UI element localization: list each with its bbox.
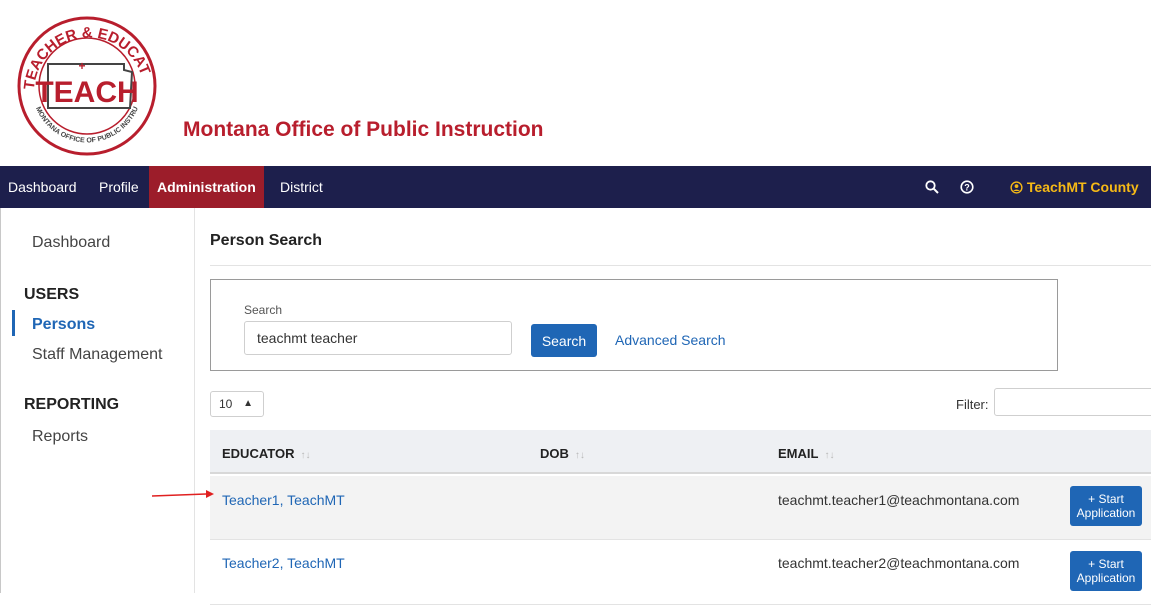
top-nav: Dashboard Profile Administration Distric… <box>0 166 1151 208</box>
svg-text:+: + <box>78 59 85 73</box>
search-label: Search <box>244 303 283 317</box>
start-application-button[interactable]: + Start Application <box>1070 551 1142 591</box>
updown-caret-icon: ▲ <box>243 398 253 409</box>
email-cell: teachmt.teacher2@teachmontana.com <box>778 555 1020 571</box>
nav-administration[interactable]: Administration <box>149 166 264 208</box>
start-application-button[interactable]: + Start Application <box>1070 486 1142 526</box>
filter-label: Filter: <box>956 397 989 412</box>
column-dob[interactable]: DOB ↑↓ <box>540 446 585 461</box>
user-label: TeachMT County <box>1026 179 1139 195</box>
sort-icon: ↑↓ <box>574 450 585 461</box>
search-panel: Search Search Advanced Search <box>210 279 1058 371</box>
sort-icon: ↑↓ <box>300 450 311 461</box>
sidebar-heading-users: USERS <box>24 286 80 303</box>
help-icon[interactable]: ? <box>957 166 977 208</box>
sidebar-active-indicator <box>12 310 15 336</box>
sidebar-item-staff-management[interactable]: Staff Management <box>32 346 162 364</box>
sidebar-item-dashboard[interactable]: Dashboard <box>32 234 110 252</box>
annotation-arrow-icon <box>152 490 214 498</box>
table-header: EDUCATOR ↑↓ DOB ↑↓ EMAIL ↑↓ <box>210 430 1151 474</box>
nav-dashboard[interactable]: Dashboard <box>8 166 77 208</box>
user-menu[interactable]: TeachMT County <box>1010 166 1139 208</box>
sidebar-item-persons[interactable]: Persons <box>32 316 95 334</box>
page-size-value: 10 <box>219 397 233 411</box>
column-email[interactable]: EMAIL ↑↓ <box>778 446 834 461</box>
educator-link[interactable]: Teacher2, TeachMT <box>222 555 345 571</box>
org-name: Montana Office of Public Instruction <box>183 118 544 141</box>
page-header: TEACHER & EDUCATIONAL LEADERS MONTANA OF… <box>0 0 1151 166</box>
teach-logo: TEACHER & EDUCATIONAL LEADERS MONTANA OF… <box>12 12 157 156</box>
column-educator[interactable]: EDUCATOR ↑↓ <box>222 446 310 461</box>
search-icon[interactable] <box>922 166 942 208</box>
search-button[interactable]: Search <box>531 324 597 357</box>
user-circle-icon <box>1010 181 1023 194</box>
sidebar: Dashboard USERS Persons Staff Management… <box>0 208 195 593</box>
nav-district[interactable]: District <box>280 166 323 208</box>
sort-icon: ↑↓ <box>824 450 835 461</box>
filter-input[interactable] <box>994 388 1151 416</box>
page-title: Person Search <box>210 232 323 249</box>
sidebar-item-reports[interactable]: Reports <box>32 428 88 446</box>
search-input[interactable] <box>244 321 512 355</box>
educator-link[interactable]: Teacher1, TeachMT <box>222 492 345 508</box>
logo-main-text: TEACH <box>35 76 138 109</box>
email-cell: teachmt.teacher1@teachmontana.com <box>778 492 1020 508</box>
title-divider <box>210 265 1151 266</box>
nav-profile[interactable]: Profile <box>99 166 139 208</box>
advanced-search-link[interactable]: Advanced Search <box>615 332 726 348</box>
table-row: Teacher1, TeachMT teachmt.teacher1@teach… <box>210 476 1151 540</box>
sidebar-heading-reporting: REPORTING <box>24 396 120 413</box>
page-size-select[interactable]: 10 ▲ <box>210 391 264 417</box>
table-row: Teacher2, TeachMT teachmt.teacher2@teach… <box>210 541 1151 605</box>
svg-text:?: ? <box>964 182 970 192</box>
